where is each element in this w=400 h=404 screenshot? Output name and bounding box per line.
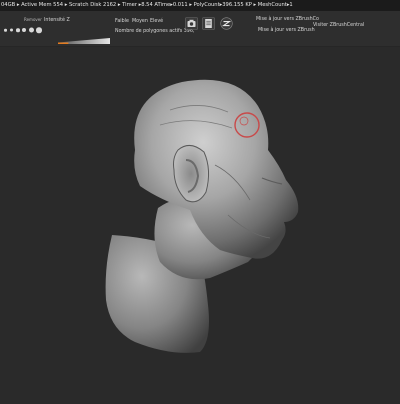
intensity-slider[interactable]	[58, 38, 110, 44]
sculpt-bust[interactable]	[0, 47, 400, 400]
brush-size-dot[interactable]	[10, 28, 13, 32]
intensity-slider-fill	[58, 42, 69, 44]
brush-size-dot[interactable]	[16, 28, 20, 32]
brush-label: Remover	[24, 17, 42, 22]
intensity-label: Intensité Z	[44, 18, 70, 23]
brush-size-presets[interactable]	[4, 27, 44, 33]
level-medium-label[interactable]: Moyen	[132, 19, 148, 24]
document-icon[interactable]	[202, 17, 215, 30]
canvas-viewport[interactable]	[0, 47, 400, 400]
polycount-label: Nombre de polygones actifs 396,	[115, 29, 195, 34]
brush-size-dot[interactable]	[4, 28, 7, 32]
level-high-label[interactable]: Elevé	[150, 19, 163, 24]
brush-size-dot[interactable]	[29, 27, 34, 33]
update-zbrushcore-link[interactable]: Mise à jour vers ZBrushCo	[256, 17, 319, 22]
status-bar-text: 04GB ▸ Active Mem 554 ▸ Scratch Disk 216…	[1, 2, 293, 8]
status-bar: 04GB ▸ Active Mem 554 ▸ Scratch Disk 216…	[0, 0, 400, 11]
camera-icon[interactable]	[185, 17, 198, 30]
zbrush-logo-icon[interactable]	[220, 17, 233, 30]
toolbar: Remover Intensité Z Faible Moyen Elevé N…	[0, 11, 400, 47]
update-zbrush-link[interactable]: Mise à jour vers ZBrush	[258, 28, 315, 33]
level-low-label[interactable]: Faible	[115, 19, 129, 24]
brush-size-dot[interactable]	[36, 27, 42, 33]
brush-size-dot[interactable]	[22, 28, 26, 32]
zbrushcentral-link[interactable]: Visiter ZBrushCentral	[313, 23, 364, 28]
